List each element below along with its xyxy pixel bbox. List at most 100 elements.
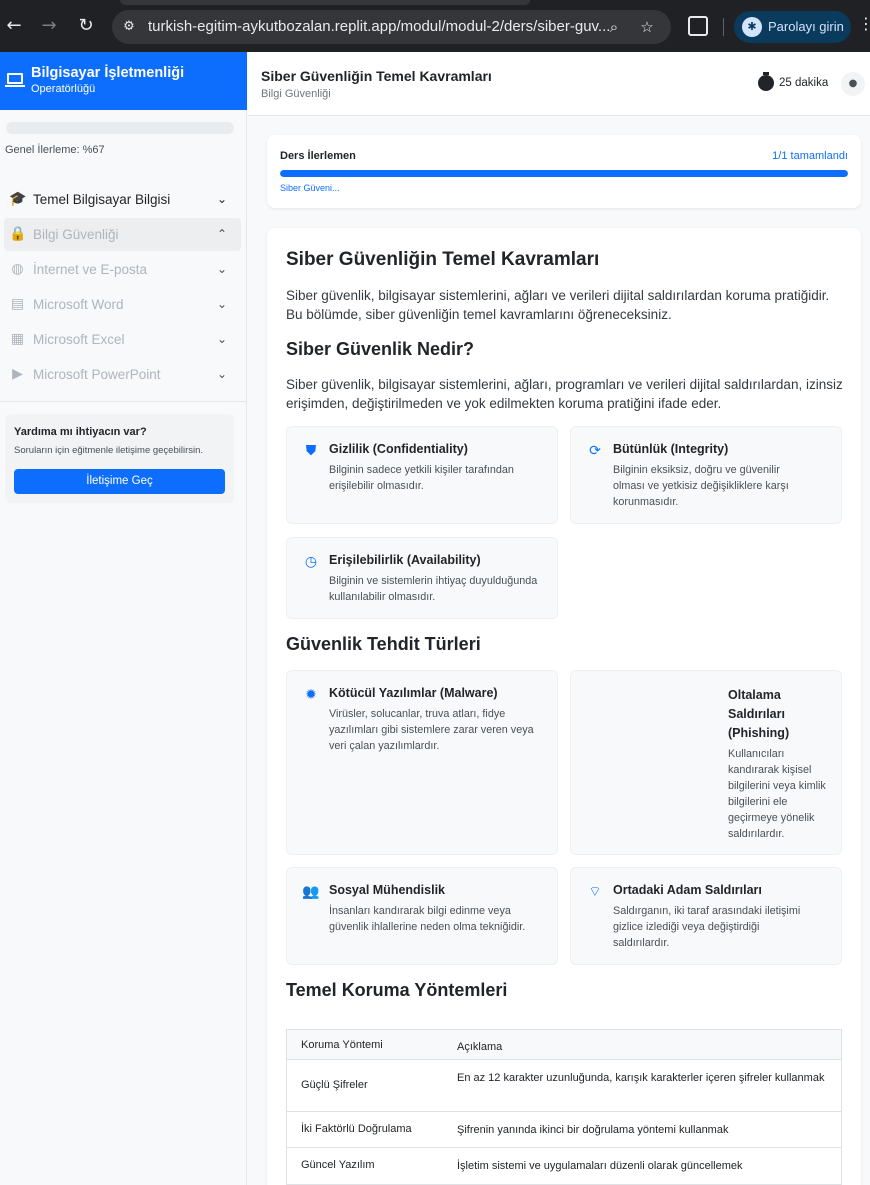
threat-card: ✹ Oltalama Saldırıları (Phishing) Kullan… [570,670,842,855]
page-title: Siber Güvenliğin Temel Kavramları [261,68,492,84]
lesson-header: Siber Güvenliğin Temel Kavramları Bilgi … [248,52,870,116]
table-header-cell: Açıklama [457,1041,503,1053]
table-cell: İki Faktörlü Doğrulama [301,1123,412,1135]
people-icon: 👥 [302,884,320,900]
lesson-link[interactable]: Siber Güveni... [280,183,340,193]
user-avatar-button[interactable]: ● [841,72,865,96]
sidebar-item-label: İnternet ve E-posta [33,262,148,277]
slideshow-icon: ▶ [12,366,23,382]
threat-title: Sosyal Mühendislik [329,883,446,897]
table-cell: Güçlü Şifreler [301,1079,368,1091]
clock-icon: ◷ [304,554,318,570]
principle-title: Erişilebilirlik (Availability) [329,553,481,567]
principle-title: Gizlilik (Confidentiality) [329,442,468,456]
lesson-duration: 25 dakika [779,77,829,89]
sidebar-item-bilgi-guvenligi[interactable]: 🔒 Bilgi Güvenliği ⌃ [4,218,241,251]
shield-icon: ⛊ [305,443,317,459]
stopwatch-icon [758,72,774,91]
lesson-content: Siber Güvenliğin Temel Kavramları Siber … [267,228,861,1185]
breadcrumb: Bilgi Güvenliği [261,88,331,100]
password-button[interactable]: ✱ Parolayı girin [734,11,851,43]
chevron-up-icon[interactable]: ⌃ [215,225,229,243]
sidebar-item-temel-bilgisayar[interactable]: 🎓 Temel Bilgisayar Bilgisi ⌄ [4,183,241,216]
what-paragraph: Siber güvenlik, bilgisayar sistemlerini,… [286,377,843,411]
section-heading-what: Siber Güvenlik Nedir? [286,339,475,359]
sidebar-item-label: Bilgi Güvenliği [33,227,119,242]
address-bar[interactable]: ⚙ turkish-egitim-aykutbozalan.replit.app… [112,10,671,44]
table-icon: ▦ [10,331,25,347]
principle-text: Bilginin sadece yetkili kişiler tarafınd… [329,464,514,492]
chevron-down-icon[interactable]: ⌄ [215,260,229,278]
sidebar-item-label: Microsoft Word [33,297,124,312]
reload-icon[interactable]: ↻ [75,15,97,37]
chevron-down-icon[interactable]: ⌄ [215,365,229,383]
table-cell: Güncel Yazılım [301,1159,375,1171]
help-box: Yardıma mı ihtiyacın var? Soruların için… [5,414,234,503]
threat-text: İnsanları kandırarak bilgi edinme veya g… [329,905,526,933]
sidebar-item-label: Temel Bilgisayar Bilgisi [33,192,171,207]
site-settings-icon[interactable]: ⚙ [120,18,138,36]
threat-title: Ortadaki Adam Saldırıları [613,883,762,897]
table-cell: Şifrenin yanında ikinci bir doğrulama yö… [457,1124,729,1136]
sidebar-item-powerpoint[interactable]: ▶ Microsoft PowerPoint ⌄ [4,358,241,391]
table-header-row: Koruma Yöntemi Açıklama [287,1030,841,1060]
sidebar-item-word[interactable]: ▤ Microsoft Word ⌄ [4,288,241,321]
sync-icon: ⟳ [589,443,601,459]
back-icon[interactable]: ← [3,15,25,37]
graduation-cap-icon: 🎓 [9,191,27,207]
lesson-progress-count: 1/1 tamamlandı [772,150,848,162]
help-text: Soruların için eğitmenle iletişime geçeb… [14,445,204,456]
overall-progress-text: Genel İlerleme: %67 [5,144,105,156]
sidebar-item-excel[interactable]: ▦ Microsoft Excel ⌄ [4,323,241,356]
chevron-down-icon[interactable]: ⌄ [215,295,229,313]
threat-card: 👥 Sosyal Mühendislik İnsanları kandırara… [286,867,558,965]
threat-text: Virüsler, solucanlar, truva atları, fidy… [329,708,534,752]
forward-icon[interactable]: → [38,15,60,37]
browser-toolbar: ← → ↻ ⚙ turkish-egitim-aykutbozalan.repl… [0,0,870,52]
sidebar-item-label: Microsoft Excel [33,332,125,347]
chevron-down-icon[interactable]: ⌄ [215,190,229,208]
zoom-icon[interactable]: ⌕ [604,17,624,37]
threat-title: Oltalama Saldırıları (Phishing) [728,688,790,740]
section-heading-threats: Güvenlik Tehdit Türleri [286,634,481,654]
principle-text: Bilginin ve sistemlerin ihtiyaç duyulduğ… [329,575,538,603]
lesson-progress-fill [280,170,848,177]
toolbar-divider [723,18,724,36]
chevron-down-icon[interactable]: ⌄ [215,330,229,348]
globe-icon: ◍ [11,261,24,277]
methods-table: Koruma Yöntemi Açıklama Güçlü Şifreler E… [286,1029,842,1185]
brand-header[interactable]: Bilgisayar İşletmenliği Operatörlüğü [0,52,247,110]
sidebar-item-label: Microsoft PowerPoint [33,367,161,382]
extensions-icon[interactable] [688,16,708,36]
lesson-progress-bar [280,170,848,177]
content-heading: Siber Güvenliğin Temel Kavramları [286,249,600,270]
bookmark-star-icon[interactable]: ☆ [637,17,657,37]
principle-text: Bilginin eksiksiz, doğru ve güvenilir ol… [613,464,789,508]
threat-title: Kötücül Yazılımlar (Malware) [329,686,498,700]
password-key-icon: ✱ [742,17,762,37]
fishing-icon: ✹ [697,686,715,704]
lock-icon: 🔒 [9,226,27,242]
password-button-label: Parolayı girin [768,19,844,34]
menu-icon[interactable]: ⋮ [858,14,870,33]
contact-button[interactable]: İletişime Geç [14,469,225,494]
laptop-icon [5,73,25,87]
overall-progress-bar [6,122,234,134]
intro-paragraph: Siber güvenlik, bilgisayar sistemlerini,… [286,288,830,322]
table-row: İki Faktörlü Doğrulama Şifrenin yanında … [287,1112,841,1148]
threat-card: ⌔ Ortadaki Adam Saldırıları Saldırganın,… [570,867,842,965]
threat-text: Kullanıcıları kandırarak kişisel bilgile… [728,748,826,840]
sidebar-item-internet[interactable]: ◍ İnternet ve E-posta ⌄ [4,253,241,286]
brand-subtitle: Operatörlüğü [31,83,96,95]
sidebar: Bilgisayar İşletmenliği Operatörlüğü Gen… [0,52,247,1185]
principle-card: ◷ Erişilebilirlik (Availability) Bilgini… [286,537,558,619]
principle-card: ⟳ Bütünlük (Integrity) Bilginin eksiksiz… [570,426,842,524]
brand-title: Bilgisayar İşletmenliği [31,65,185,81]
url-text[interactable]: turkish-egitim-aykutbozalan.replit.app/m… [148,18,610,35]
bug-icon: ✹ [305,687,317,703]
table-cell: İşletim sistemi ve uygulamaları düzenli … [457,1160,743,1172]
section-heading-methods: Temel Koruma Yöntemleri [286,980,508,1000]
sidebar-divider [0,401,247,402]
lesson-progress-label: Ders İlerlemen [280,150,356,162]
table-row: Güçlü Şifreler En az 12 karakter uzunluğ… [287,1060,841,1112]
